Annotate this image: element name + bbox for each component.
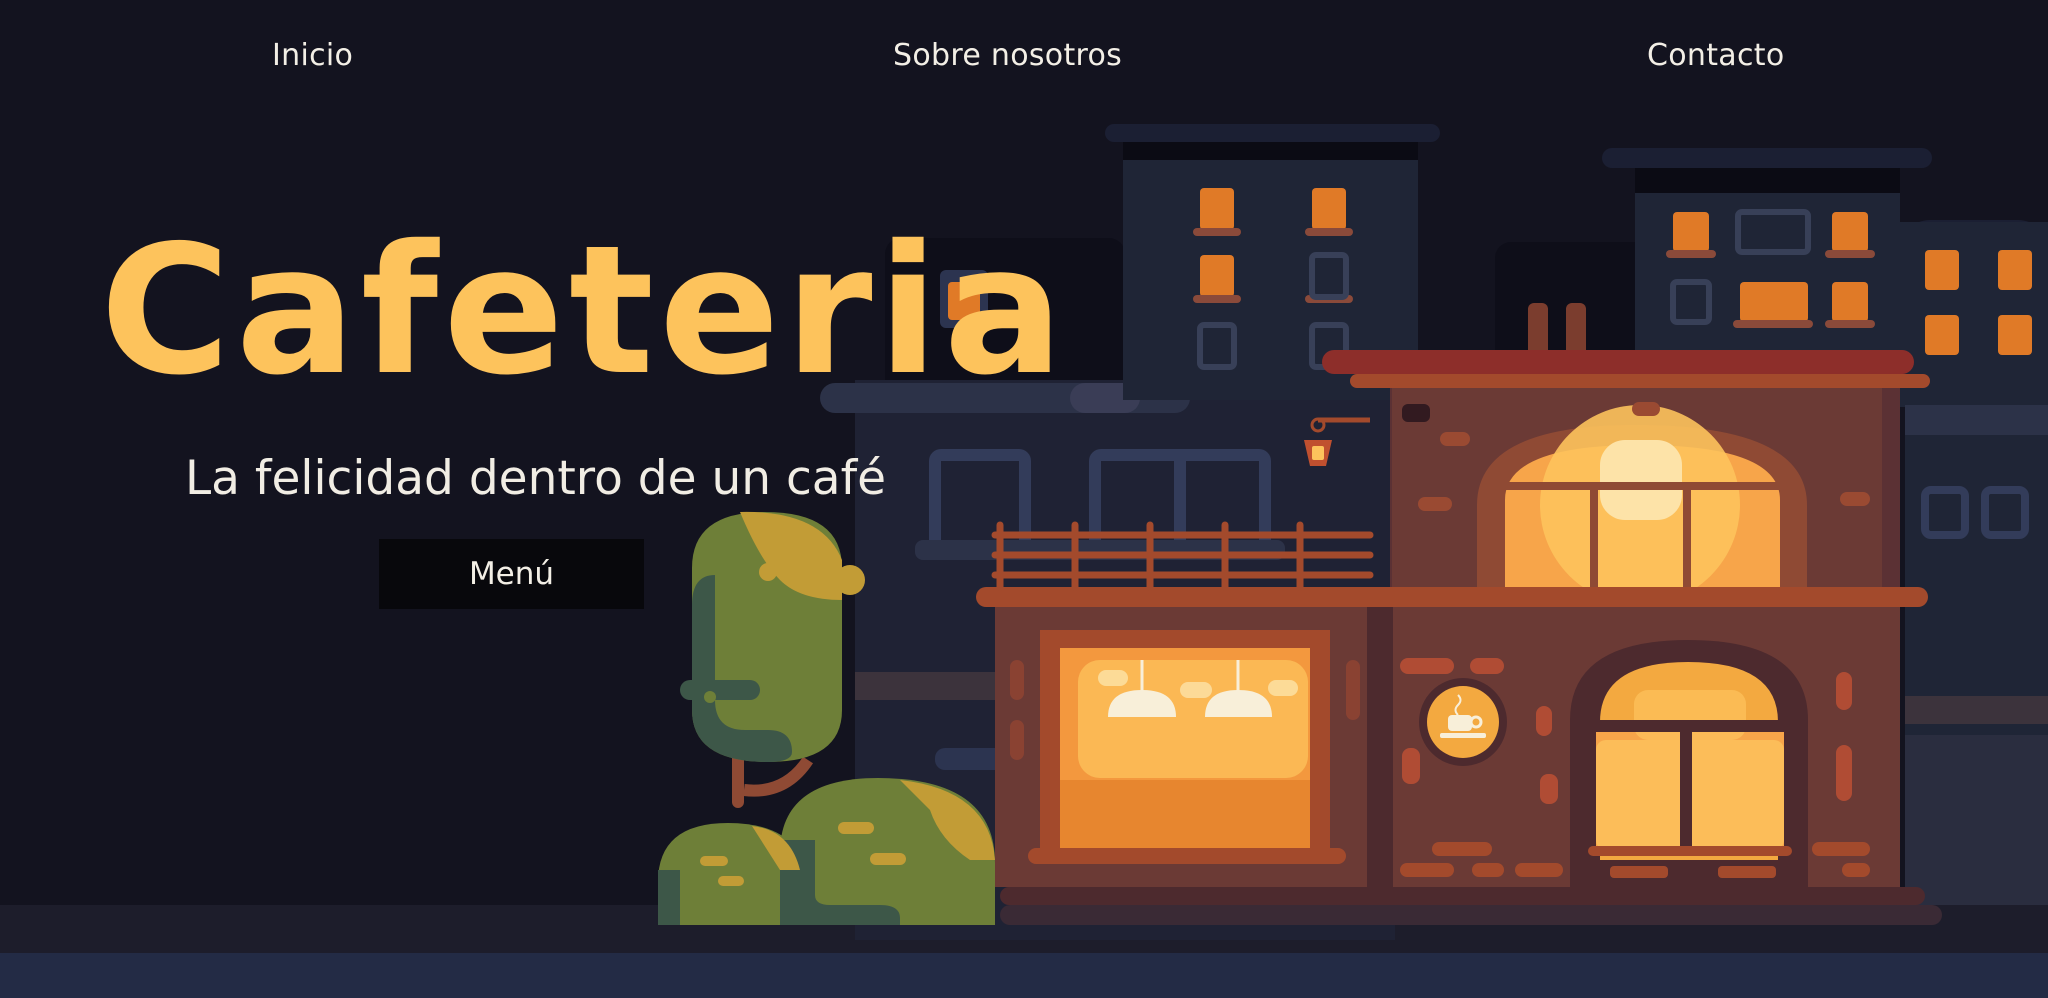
nav-link-contacto[interactable]: Contacto xyxy=(1647,38,1784,73)
nav-link-sobre-nosotros[interactable]: Sobre nosotros xyxy=(893,38,1122,73)
top-nav: Inicio Sobre nosotros Contacto xyxy=(0,0,2048,118)
menu-button[interactable]: Menú xyxy=(379,539,644,609)
hero-title: Cafeteria xyxy=(100,207,1069,414)
nav-link-inicio[interactable]: Inicio xyxy=(272,38,353,73)
hero-subtitle: La felicidad dentro de un café xyxy=(185,451,887,506)
